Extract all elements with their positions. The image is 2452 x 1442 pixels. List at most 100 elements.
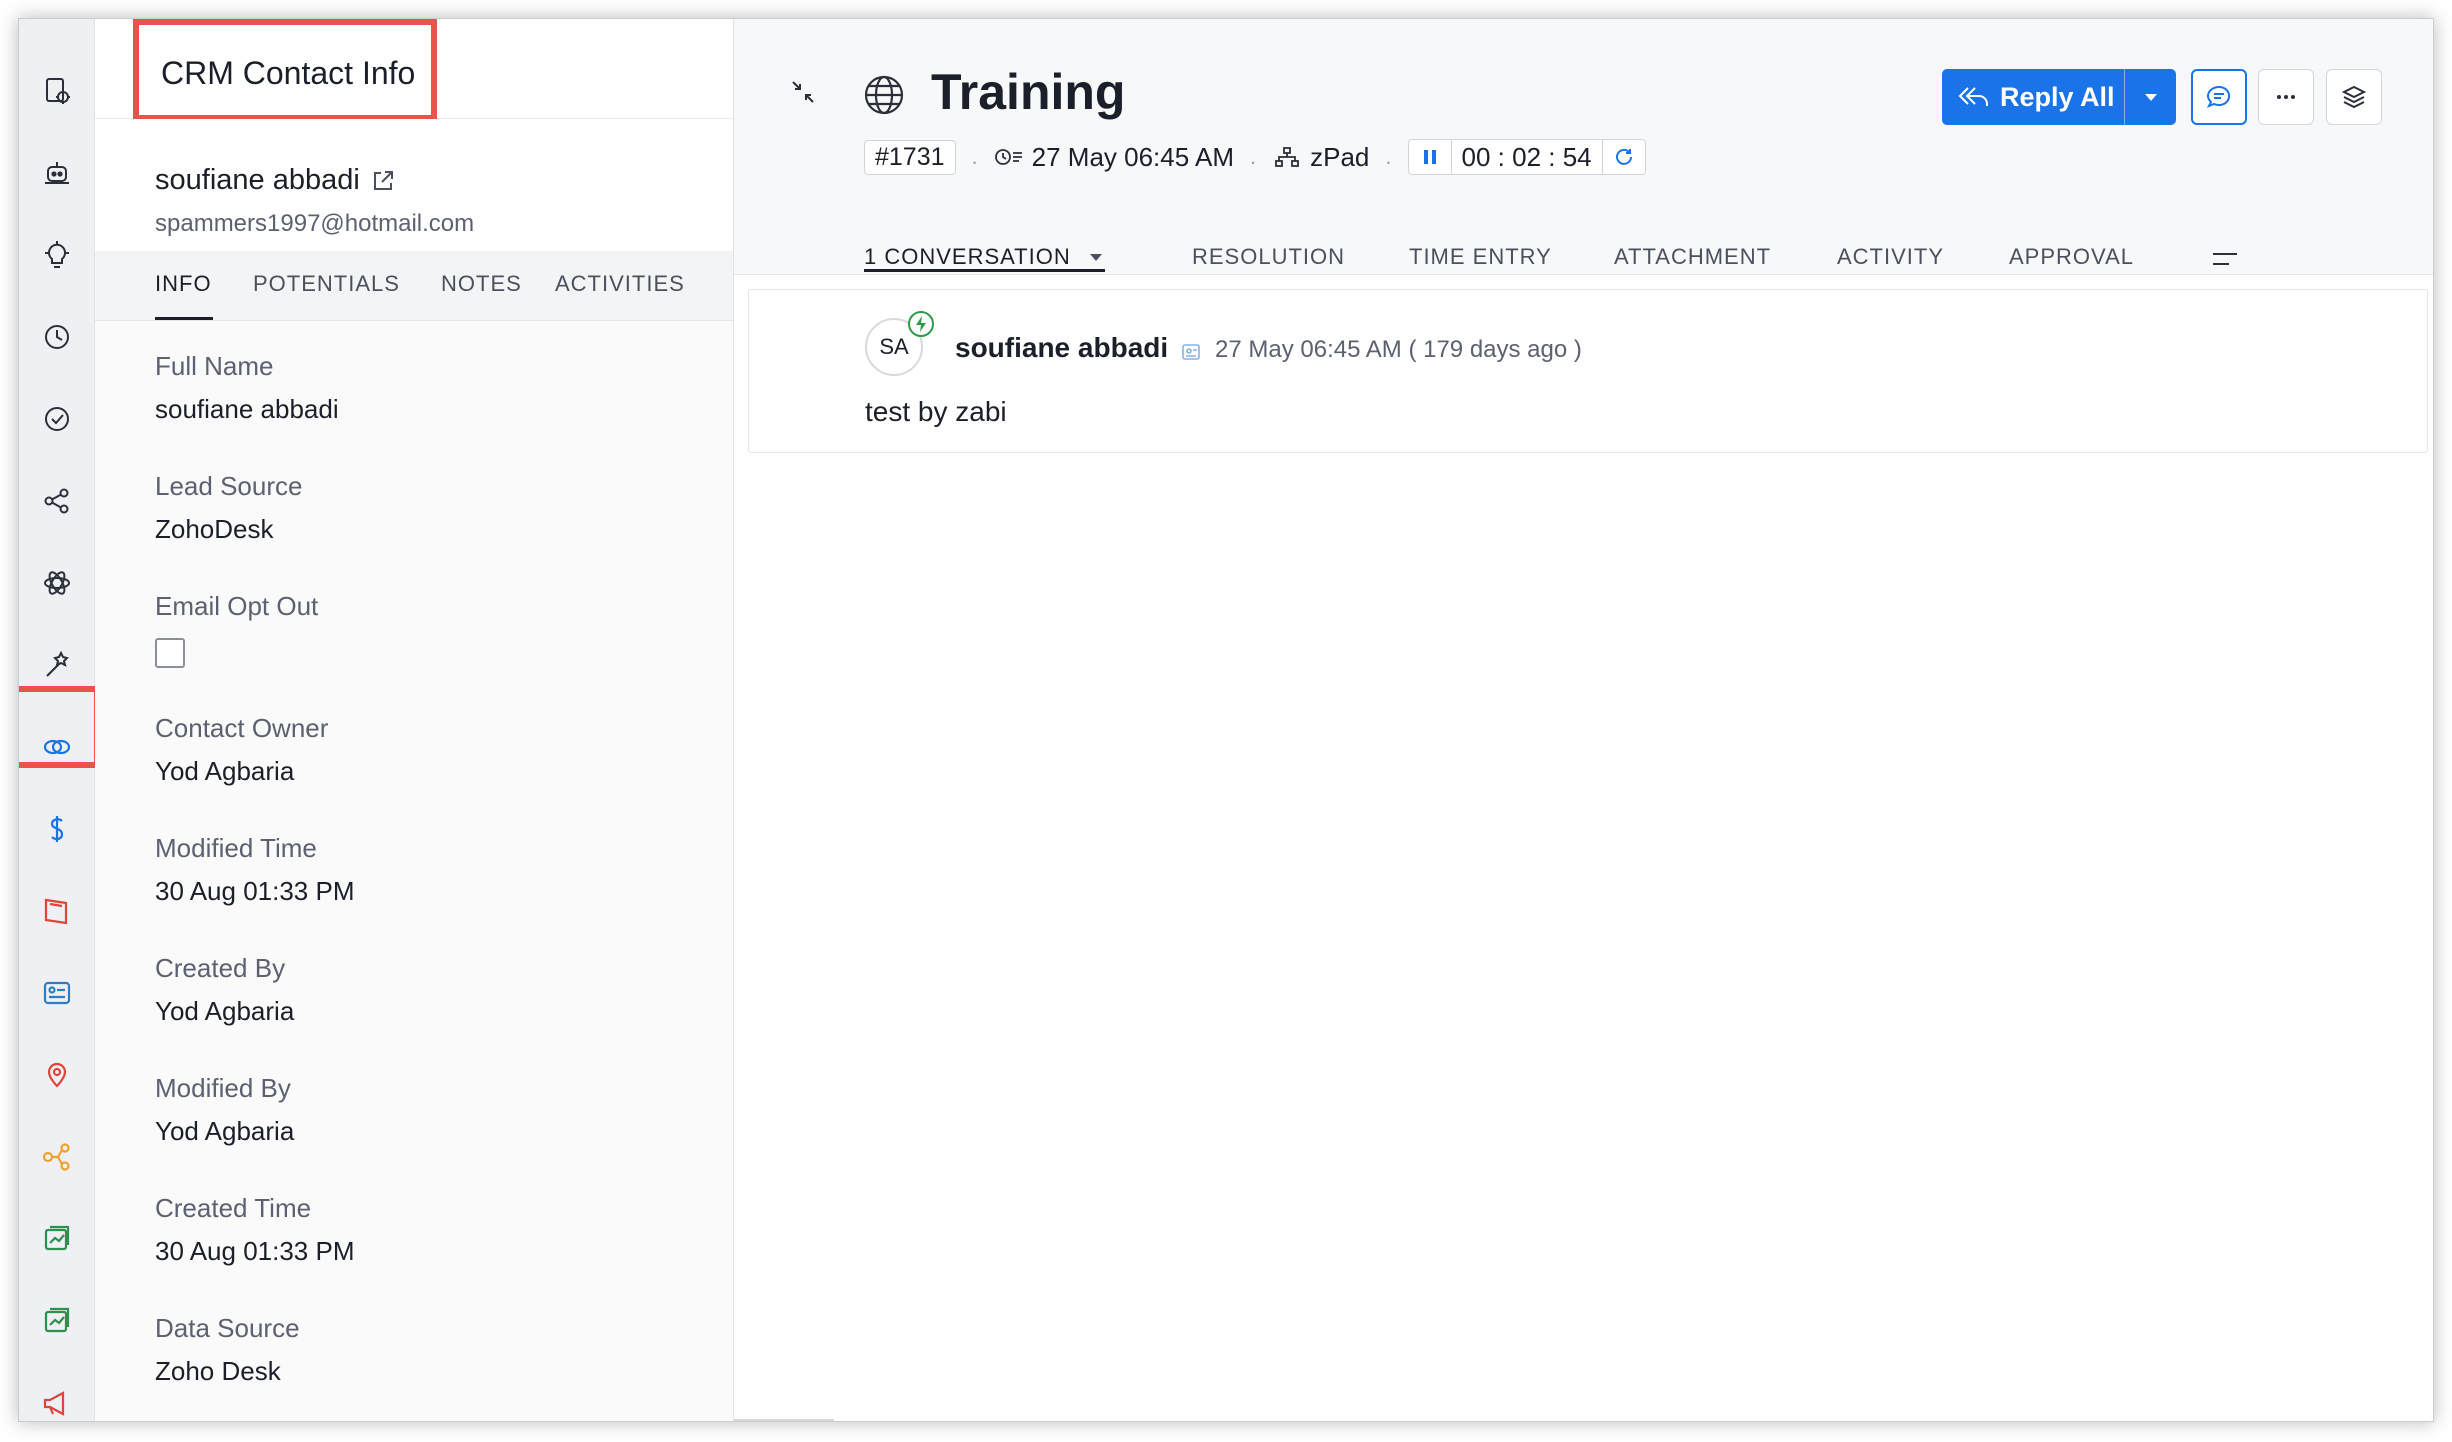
contact-summary: soufiane abbadi spammers1997@hotmail.com xyxy=(95,119,733,251)
chart-doc-icon[interactable] xyxy=(35,1217,79,1261)
tab-info[interactable]: INFO xyxy=(155,271,212,297)
check-circle-icon[interactable] xyxy=(35,397,79,441)
field-value: Yod Agbaria xyxy=(155,1116,295,1146)
contact-name: soufiane abbadi xyxy=(155,164,360,196)
field-label: Data Source xyxy=(155,1313,300,1343)
book-icon[interactable] xyxy=(35,889,79,933)
gear-doc-icon[interactable] xyxy=(35,69,79,113)
ticket-timer: 00 : 02 : 54 xyxy=(1407,139,1646,175)
email-opt-out-checkbox[interactable] xyxy=(155,638,185,668)
tab-resolution[interactable]: RESOLUTION xyxy=(1192,244,1345,270)
bulb-icon[interactable] xyxy=(35,233,79,277)
clock-list-icon xyxy=(994,149,1022,165)
separator-dot: . xyxy=(1250,144,1257,169)
conversation-item[interactable]: SA soufiane abbadi 27 May 06:45 AM ( 179… xyxy=(748,289,2428,453)
app-window: CRM Contact Info soufiane abbadi spammer… xyxy=(18,18,2434,1422)
hierarchy-icon xyxy=(1275,147,1300,167)
tab-time-entry[interactable]: TIME ENTRY xyxy=(1409,244,1552,270)
field-contact-owner: Contact Owner Yod Agbaria xyxy=(155,713,328,787)
reply-options-dropdown[interactable] xyxy=(2124,69,2176,125)
megaphone-icon[interactable] xyxy=(35,1381,79,1421)
tab-conversation-underline xyxy=(864,269,1105,272)
field-value: soufiane abbadi xyxy=(155,394,339,424)
ticket-id[interactable]: #1731 xyxy=(864,139,956,175)
field-data-source: Data Source Zoho Desk xyxy=(155,1313,300,1387)
tab-info-underline xyxy=(155,317,213,320)
field-full-name: Full Name soufiane abbadi xyxy=(155,351,339,425)
field-value: Yod Agbaria xyxy=(155,756,295,786)
lightning-badge-icon xyxy=(908,311,934,337)
zoho-s-icon[interactable] xyxy=(35,807,79,851)
field-modified-by: Modified By Yod Agbaria xyxy=(155,1073,294,1147)
field-label: Email Opt Out xyxy=(155,591,319,621)
contact-card-icon xyxy=(1182,344,1200,360)
field-value: Zoho Desk xyxy=(155,1356,281,1386)
contact-email: spammers1997@hotmail.com xyxy=(155,210,475,237)
magic-wand-icon[interactable] xyxy=(35,643,79,687)
thread-author[interactable]: soufiane abbadi xyxy=(955,332,1168,364)
bot-icon[interactable] xyxy=(35,151,79,195)
due-date[interactable]: 27 May 06:45 AM xyxy=(994,142,1234,173)
field-label: Contact Owner xyxy=(155,713,329,743)
ticket-header: Training #1731 . 27 May 06:45 AM . zPad … xyxy=(734,19,2433,275)
chart-doc-icon-2[interactable] xyxy=(35,1299,79,1343)
reply-all-label: Reply All xyxy=(2000,81,2115,112)
field-lead-source: Lead Source ZohoDesk xyxy=(155,471,302,545)
field-label: Created By xyxy=(155,953,286,983)
field-label: Lead Source xyxy=(155,471,303,501)
department[interactable]: zPad xyxy=(1272,142,1369,173)
ticket-detail: Training #1731 . 27 May 06:45 AM . zPad … xyxy=(734,19,2433,1421)
thread-time: 27 May 06:45 AM ( 179 days ago ) xyxy=(1215,336,1582,363)
tab-potentials[interactable]: POTENTIALS xyxy=(253,271,400,297)
share-icon[interactable] xyxy=(35,479,79,523)
atom-icon[interactable] xyxy=(35,561,79,605)
field-label: Modified Time xyxy=(155,833,317,863)
tab-attachment[interactable]: ATTACHMENT xyxy=(1614,244,1771,270)
comment-button[interactable] xyxy=(2191,69,2247,125)
tab-conversation-label: 1 CONVERSATION xyxy=(864,244,1071,269)
field-label: Full Name xyxy=(155,351,274,381)
contact-name-link[interactable]: soufiane abbadi xyxy=(155,164,396,197)
globe-icon xyxy=(864,75,904,115)
history-icon[interactable] xyxy=(35,315,79,359)
separator-dot: . xyxy=(1385,144,1392,169)
field-value: ZohoDesk xyxy=(155,514,274,544)
field-value: Yod Agbaria xyxy=(155,996,295,1026)
layers-button[interactable] xyxy=(2326,69,2382,125)
timer-reset-button[interactable] xyxy=(1601,140,1645,174)
pause-button[interactable] xyxy=(1409,140,1451,174)
tab-conversation[interactable]: 1 CONVERSATION xyxy=(864,244,1103,270)
tab-activity[interactable]: ACTIVITY xyxy=(1837,244,1944,270)
flow-icon[interactable] xyxy=(35,1135,79,1179)
tab-activities[interactable]: ACTIVITIES xyxy=(555,271,685,297)
menu-lines-icon[interactable] xyxy=(2210,248,2240,270)
crm-title: CRM Contact Info xyxy=(161,55,416,91)
field-label: Modified By xyxy=(155,1073,291,1103)
tab-notes[interactable]: NOTES xyxy=(441,271,522,297)
due-date-text: 27 May 06:45 AM xyxy=(1031,141,1234,172)
map-pin-icon[interactable] xyxy=(35,1053,79,1097)
timer-value: 00 : 02 : 54 xyxy=(1450,140,1602,174)
caret-down-icon xyxy=(1089,254,1102,261)
field-modified-time: Modified Time 30 Aug 01:33 PM xyxy=(155,833,354,907)
reply-all-icon xyxy=(1958,87,1988,106)
crm-tabs: INFO POTENTIALS NOTES ACTIVITIES xyxy=(95,251,733,321)
more-options-button[interactable] xyxy=(2258,69,2314,125)
ticket-meta: #1731 . 27 May 06:45 AM . zPad . 00 : 02… xyxy=(864,139,1646,175)
crm-contact-panel: CRM Contact Info soufiane abbadi spammer… xyxy=(95,19,734,1421)
field-label: Created Time xyxy=(155,1193,312,1223)
separator-dot: . xyxy=(971,144,978,169)
field-created-by: Created By Yod Agbaria xyxy=(155,953,294,1027)
bottom-scroll-indicator xyxy=(734,1419,834,1421)
reply-all-button[interactable]: Reply All xyxy=(1942,69,2176,125)
collapse-icon[interactable] xyxy=(788,77,818,107)
thread-body: test by zabi xyxy=(865,396,1007,427)
department-text: zPad xyxy=(1310,141,1370,172)
tab-approval[interactable]: APPROVAL xyxy=(2009,244,2134,270)
ticket-title: Training xyxy=(931,64,1126,120)
settings-card-icon[interactable] xyxy=(35,971,79,1015)
external-link-icon[interactable] xyxy=(370,168,396,194)
comment-icon xyxy=(2206,85,2231,108)
left-icon-rail xyxy=(19,19,100,1421)
reply-all-main[interactable]: Reply All xyxy=(1942,82,2124,113)
